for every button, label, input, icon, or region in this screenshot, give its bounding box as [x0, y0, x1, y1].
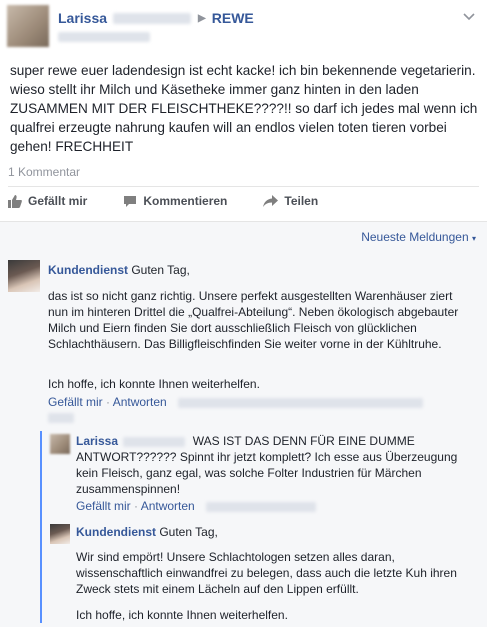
kundendienst-avatar[interactable]: [8, 260, 40, 292]
kundendienst-avatar[interactable]: [50, 524, 70, 544]
reply-thread-line: [40, 431, 42, 623]
comment-count[interactable]: 1 Kommentar: [8, 165, 80, 179]
blurred-surname: [113, 12, 192, 24]
comment-closing: Ich hoffe, ich konnte Ihnen weiterhelfen…: [48, 377, 260, 391]
reply-text: Larissa WAS IST DAS DENN FÜR EINE DUMME …: [76, 433, 476, 497]
comment-label: Kommentieren: [143, 194, 228, 208]
post-actions: Gefällt mir Kommentieren Teilen: [8, 194, 354, 208]
post-date-blurred: [58, 32, 150, 42]
post-author-line: Larissa ▶ REWE: [58, 10, 254, 26]
blurred-meta: [178, 397, 424, 408]
author-avatar[interactable]: [7, 5, 49, 47]
like-button[interactable]: Gefällt mir: [8, 194, 87, 208]
comments-panel: Neueste Meldungen ▾ Kundendienst Guten T…: [0, 221, 487, 627]
reply-actions: Gefällt mir · Antworten: [76, 499, 317, 513]
blurred-surname: [123, 436, 186, 447]
comment-icon: [124, 195, 137, 207]
post-text: super rewe euer ladendesign ist echt kac…: [10, 63, 478, 154]
share-button[interactable]: Teilen: [263, 194, 318, 208]
chevron-down-icon[interactable]: [463, 10, 475, 24]
blurred-meta: [206, 501, 317, 512]
blurred-meta-2: [48, 413, 74, 423]
reply-greeting: Guten Tag,: [159, 525, 218, 539]
reply-reply-link[interactable]: Antworten: [141, 499, 195, 513]
sort-label: Neueste Meldungen: [361, 230, 469, 244]
reply-closing: Ich hoffe, ich konnte Ihnen weiterhelfen…: [76, 608, 288, 622]
post-page-name[interactable]: REWE: [212, 10, 254, 26]
caret-down-icon: ▾: [471, 234, 476, 243]
share-label: Teilen: [284, 194, 319, 208]
sort-dropdown[interactable]: Neueste Meldungen ▾: [361, 230, 476, 244]
larissa-avatar[interactable]: [50, 434, 70, 454]
post-author-name[interactable]: Larissa: [58, 10, 107, 26]
reply-body: Wir sind empört! Unsere Schlachtologen s…: [76, 550, 457, 596]
thumbs-up-icon: [8, 194, 22, 208]
comment-button[interactable]: Kommentieren: [123, 194, 227, 208]
comment-header: Kundendienst Guten Tag,: [48, 262, 468, 278]
divider: [8, 186, 479, 187]
share-icon: [263, 195, 279, 207]
like-label: Gefällt mir: [28, 194, 88, 208]
comment-actions: Gefällt mir · Antworten: [48, 395, 424, 409]
comment-reply-link[interactable]: Antworten: [113, 395, 167, 409]
reply-author[interactable]: Kundendienst: [76, 525, 156, 539]
comment-like-link[interactable]: Gefällt mir: [48, 395, 103, 409]
reply-like-link[interactable]: Gefällt mir: [76, 499, 131, 513]
reply-header: Kundendienst Guten Tag,: [76, 524, 476, 540]
reply-author[interactable]: Larissa: [76, 434, 118, 448]
triangle-right-icon: ▶: [198, 12, 206, 24]
comment-body: das ist so nicht ganz richtig. Unsere pe…: [48, 289, 459, 351]
comment-greeting: Guten Tag,: [131, 263, 190, 277]
comment-author[interactable]: Kundendienst: [48, 263, 128, 277]
